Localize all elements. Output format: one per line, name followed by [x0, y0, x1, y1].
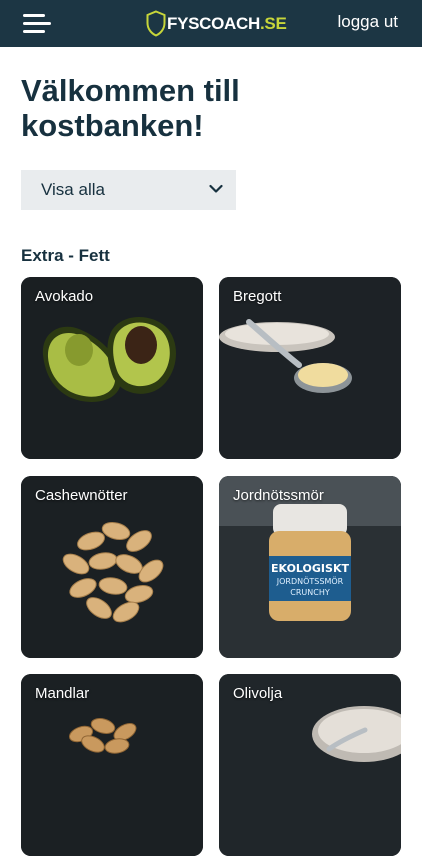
filter-select[interactable]: Visa alla: [21, 170, 236, 210]
section-title: Extra - Fett: [21, 246, 110, 265]
food-card-label: Jordnötssmör: [233, 487, 324, 504]
brand-name: FYSCOACH.SE: [167, 13, 287, 33]
logout-link[interactable]: logga ut: [338, 12, 399, 32]
jar-label-text: CRUNCHY: [290, 588, 330, 597]
food-card-olivolja[interactable]: Olivolja: [219, 674, 401, 856]
top-bar: FYSCOACH.SE logga ut: [0, 0, 422, 47]
food-card-cashewnotter[interactable]: Cashewnötter: [21, 476, 203, 658]
hamburger-menu-icon[interactable]: [23, 14, 53, 34]
food-card-label: Olivolja: [233, 685, 283, 702]
filter-selected-value: Visa alla: [41, 180, 105, 199]
food-card-label: Mandlar: [35, 685, 90, 702]
brand-logo[interactable]: FYSCOACH.SE: [146, 10, 287, 37]
food-card-mandlar[interactable]: Mandlar: [21, 674, 203, 856]
jar-label-text: EKOLOGISKT: [271, 562, 349, 575]
food-card-label: Avokado: [35, 288, 94, 305]
chevron-down-icon: [209, 184, 223, 193]
food-card-bregott[interactable]: Bregott: [219, 277, 401, 459]
shield-icon: [146, 10, 166, 37]
menu-line: [23, 14, 45, 17]
menu-line: [23, 22, 51, 25]
food-card-jordnotssmor[interactable]: EKOLOGISKT JORDNÖTSSMÖR CRUNCHY Jordnöts…: [219, 476, 401, 658]
menu-line: [23, 30, 45, 33]
food-card-avokado[interactable]: Avokado: [21, 277, 203, 459]
page-title: Välkommen till kostbanken!: [21, 73, 240, 143]
jar-label-text: JORDNÖTSSMÖR: [276, 576, 344, 586]
food-card-label: Cashewnötter: [35, 487, 128, 504]
food-card-label: Bregott: [233, 288, 282, 305]
